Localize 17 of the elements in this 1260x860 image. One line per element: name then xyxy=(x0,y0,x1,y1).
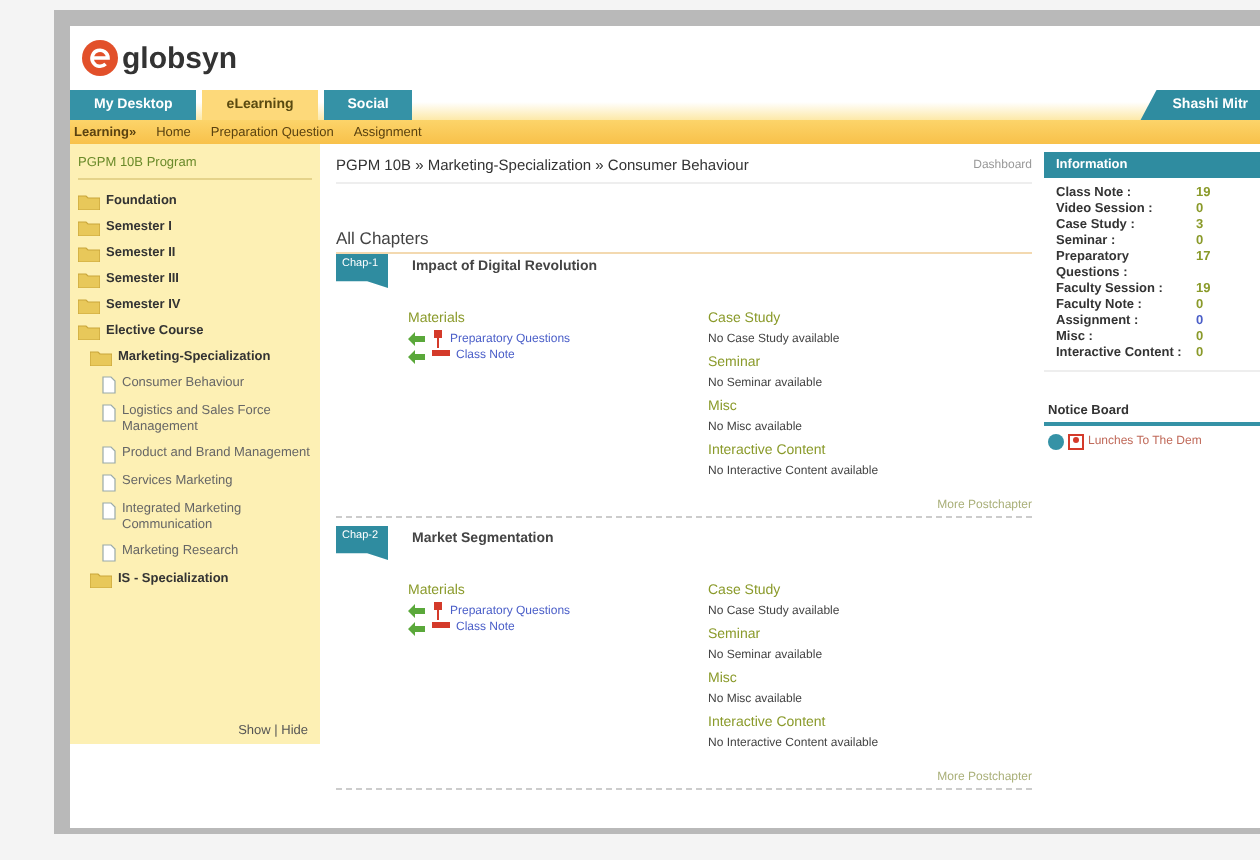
document-icon xyxy=(102,543,116,561)
section-heading: All Chapters xyxy=(336,228,1032,254)
folder-icon xyxy=(78,323,100,339)
folder-icon xyxy=(78,193,100,209)
logo-icon xyxy=(82,40,118,76)
folder-icon xyxy=(90,571,112,587)
folder-icon xyxy=(78,271,100,287)
info-icon xyxy=(1048,434,1064,450)
folder-icon xyxy=(78,219,100,235)
note-icon xyxy=(432,350,450,362)
note-icon xyxy=(432,622,450,634)
folder-icon xyxy=(78,297,100,313)
folder-icon xyxy=(90,349,112,365)
pin-icon xyxy=(432,330,444,348)
logo-text: globsyn xyxy=(122,41,238,75)
pin-icon xyxy=(432,602,444,620)
folder-icon xyxy=(78,245,100,261)
